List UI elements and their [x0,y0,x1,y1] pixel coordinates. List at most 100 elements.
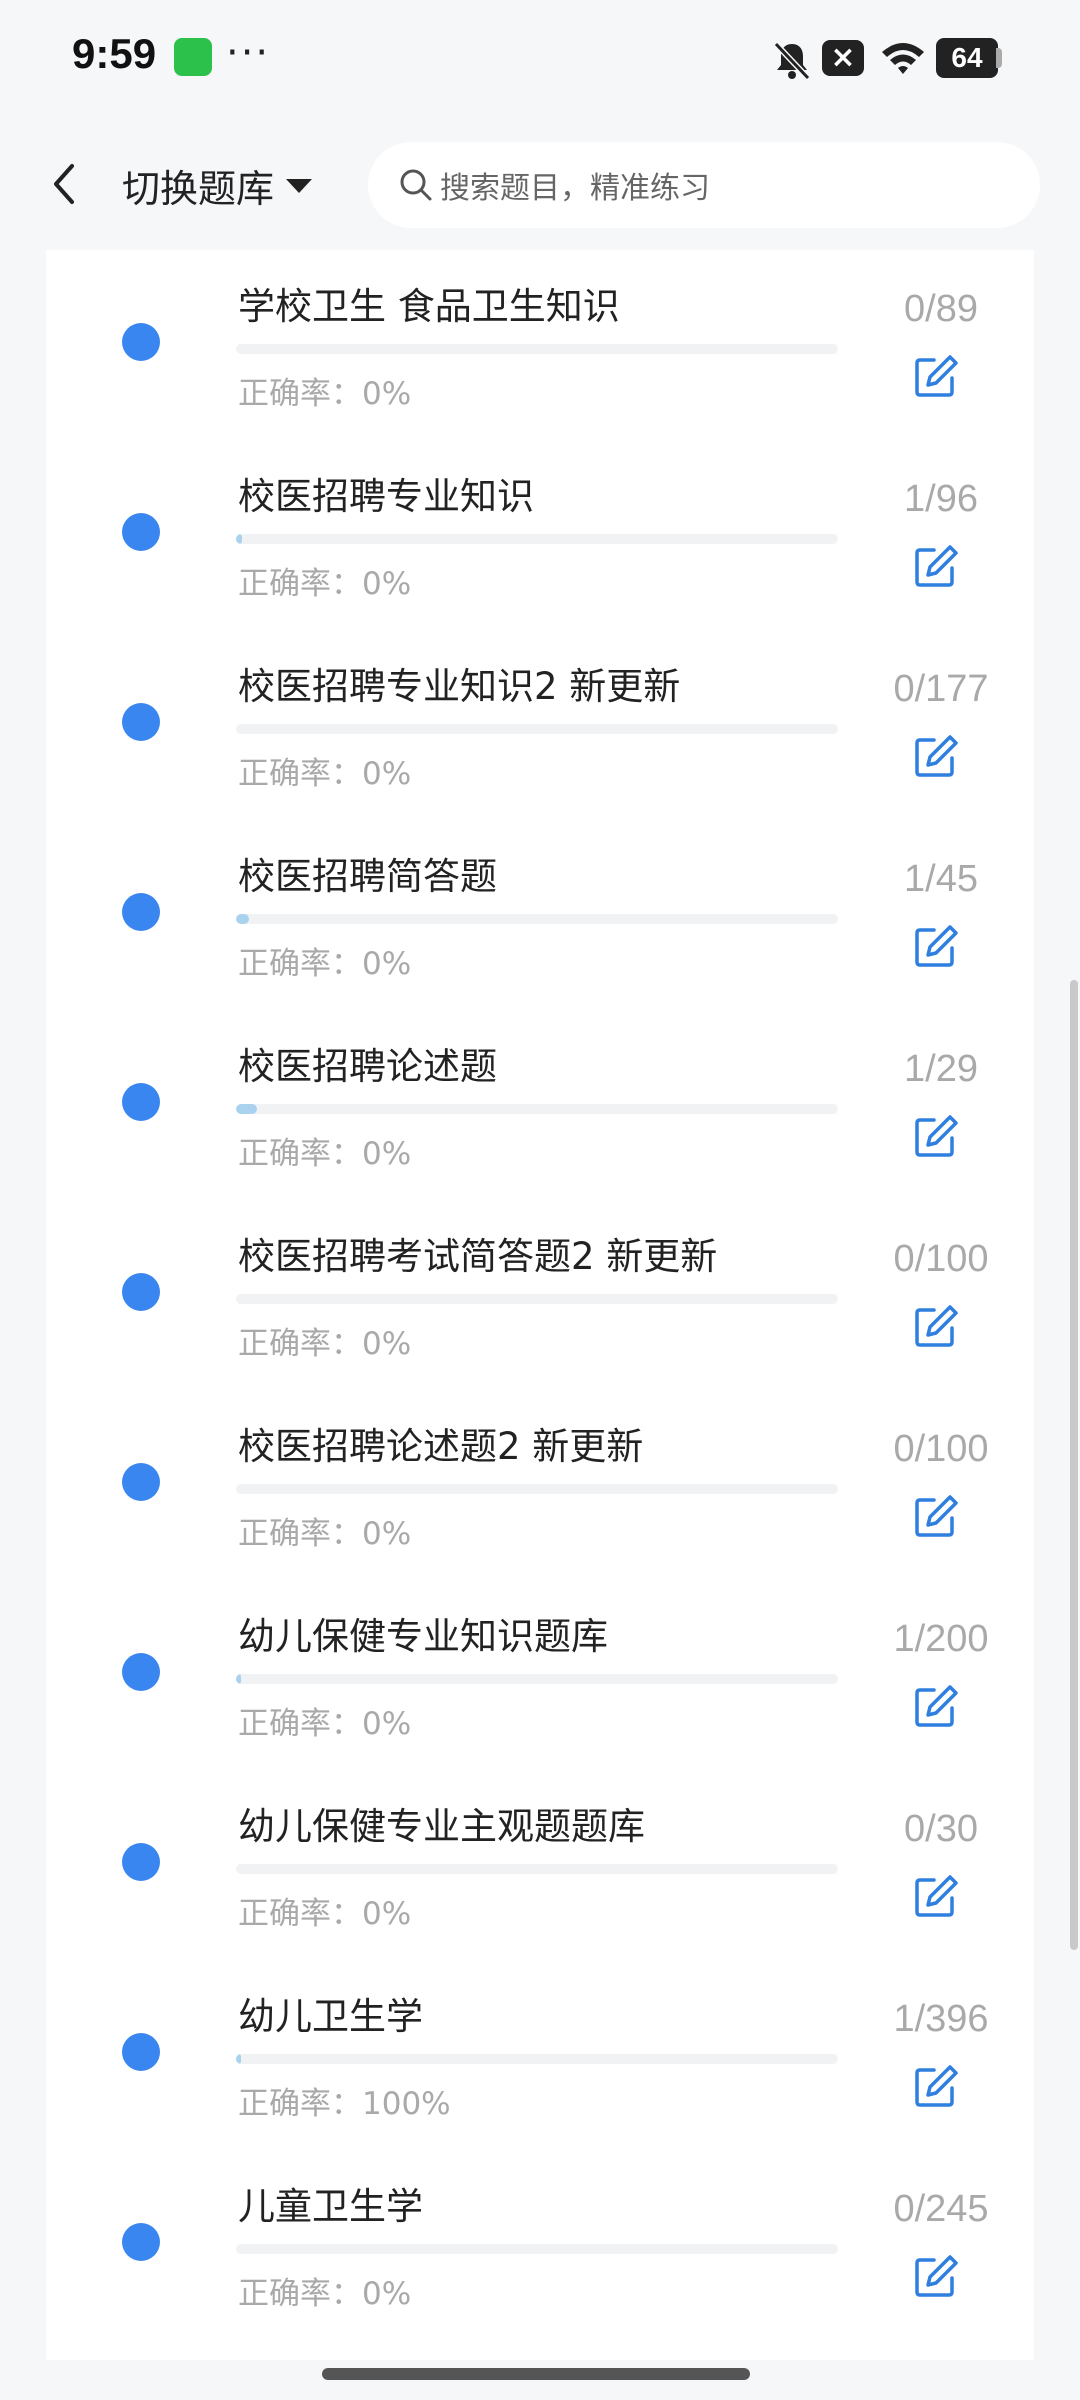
status-dot [122,893,160,931]
list-item[interactable]: 校医招聘论述题正确率：0% 1/29 [46,1004,1034,1194]
progress-count: 0/89 [904,288,978,330]
wechat-icon [174,38,212,76]
progress-count: 0/100 [893,1238,989,1280]
item-title: 幼儿卫生学 [238,1995,423,2038]
edit-icon[interactable] [912,542,960,590]
progress-bar [236,534,838,544]
search-placeholder: 搜索题目，精准练习 [440,171,710,206]
item-title: 学校卫生 食品卫生知识 [238,285,620,328]
list-item[interactable]: 校医招聘论述题2 新更新正确率：0% 0/100 [46,1384,1034,1574]
list-item[interactable]: 儿童卫生学正确率：0% 0/245 [46,2144,1034,2334]
edit-icon[interactable] [912,1682,960,1730]
item-title: 儿童卫生学 [238,2185,423,2228]
status-dot [122,2223,160,2261]
edit-icon[interactable] [912,1872,960,1920]
progress-bar [236,1104,838,1114]
progress-count: 0/177 [893,668,989,710]
progress-fill [236,1104,257,1114]
progress-bar [236,2244,838,2254]
accuracy-text: 正确率：0% [238,946,412,982]
home-indicator[interactable] [322,2368,750,2380]
back-icon[interactable] [46,160,82,208]
search-input[interactable]: 搜索题目，精准练习 [368,142,1040,228]
progress-bar [236,344,838,354]
item-title: 校医招聘专业知识 [238,475,534,518]
progress-count: 1/96 [904,478,978,520]
progress-fill [236,2054,241,2064]
edit-icon[interactable] [912,2252,960,2300]
accuracy-text: 正确率：0% [238,2276,412,2312]
progress-fill [236,914,250,924]
accuracy-text: 正确率：0% [238,1896,412,1932]
progress-count: 1/29 [904,1048,978,1090]
status-dot [122,1273,160,1311]
status-dot [122,703,160,741]
edit-icon[interactable] [912,922,960,970]
item-title: 幼儿保健专业主观题题库 [238,1805,645,1848]
scrollbar[interactable] [1070,980,1078,1950]
progress-count: 1/200 [893,1618,989,1660]
progress-count: 0/245 [893,2188,989,2230]
edit-icon[interactable] [912,1112,960,1160]
list-item[interactable]: 幼儿保健专业知识题库正确率：0% 1/200 [46,1574,1034,1764]
progress-count: 0/30 [904,1808,978,1850]
status-dot [122,1083,160,1121]
accuracy-text: 正确率：0% [238,376,412,412]
bell-off-icon [773,41,811,81]
status-dot [122,1463,160,1501]
status-dot [122,323,160,361]
accuracy-text: 正确率：0% [238,1516,412,1552]
edit-icon[interactable] [912,352,960,400]
status-bar: 9:59 ··· × 64 [0,0,1080,120]
progress-bar [236,2054,838,2064]
progress-bar [236,1674,838,1684]
accuracy-text: 正确率：0% [238,1136,412,1172]
accuracy-text: 正确率：100% [238,2086,451,2122]
edit-icon[interactable] [912,2062,960,2110]
edit-icon[interactable] [912,1302,960,1350]
accuracy-text: 正确率：0% [238,566,412,602]
battery-tip [996,48,1002,68]
item-title: 幼儿保健专业知识题库 [238,1615,608,1658]
status-dot [122,2033,160,2071]
edit-icon[interactable] [912,1492,960,1540]
edit-icon[interactable] [912,732,960,780]
status-dot [122,1843,160,1881]
more-dots-icon: ··· [226,30,271,76]
item-title: 校医招聘简答题 [238,855,497,898]
list-item[interactable]: 幼儿卫生学正确率：100% 1/396 [46,1954,1034,2144]
progress-bar [236,1864,838,1874]
question-bank-list: 学校卫生 食品卫生知识 正确率：0% 0/89 校医招聘专业知识 正确率：0% 1/96 校… [46,250,1034,2360]
progress-count: 1/396 [893,1998,989,2040]
list-item[interactable]: 校医招聘考试简答题2 新更新正确率：0% 0/100 [46,1194,1034,1384]
header: 切换题库 搜索题目，精准练习 [0,120,1080,250]
progress-count: 0/100 [893,1428,989,1470]
progress-bar [236,1294,838,1304]
list-item[interactable]: 学校卫生 食品卫生知识正确率：0% 0/89 [46,250,1034,434]
status-dot [122,1653,160,1691]
progress-bar [236,1484,838,1494]
wifi-icon [882,43,924,74]
status-time: 9:59 [72,30,157,77]
close-box-icon: × [822,40,864,76]
accuracy-text: 正确率：0% [238,1706,412,1742]
progress-fill [236,1674,241,1684]
progress-bar [236,724,838,734]
search-icon [400,169,432,201]
switch-bank-dropdown[interactable]: 切换题库 [122,158,313,213]
item-title: 校医招聘专业知识2 新更新 [238,665,681,708]
item-title: 校医招聘考试简答题2 新更新 [238,1235,718,1278]
list-item[interactable]: 校医招聘专业知识正确率：0% 1/96 [46,434,1034,624]
progress-count: 1/45 [904,858,978,900]
progress-bar [236,914,838,924]
list-item[interactable]: 校医招聘简答题正确率：0% 1/45 [46,814,1034,1004]
list-item[interactable]: 校医招聘专业知识2 新更新正确率：0% 0/177 [46,624,1034,814]
item-title: 校医招聘论述题2 新更新 [238,1425,644,1468]
item-title: 校医招聘论述题 [238,1045,497,1088]
progress-fill [236,534,243,544]
list-item[interactable]: 幼儿保健专业主观题题库正确率：0% 0/30 [46,1764,1034,1954]
accuracy-text: 正确率：0% [238,756,412,792]
battery-icon: 64 [936,38,998,78]
status-dot [122,513,160,551]
accuracy-text: 正确率：0% [238,1326,412,1362]
